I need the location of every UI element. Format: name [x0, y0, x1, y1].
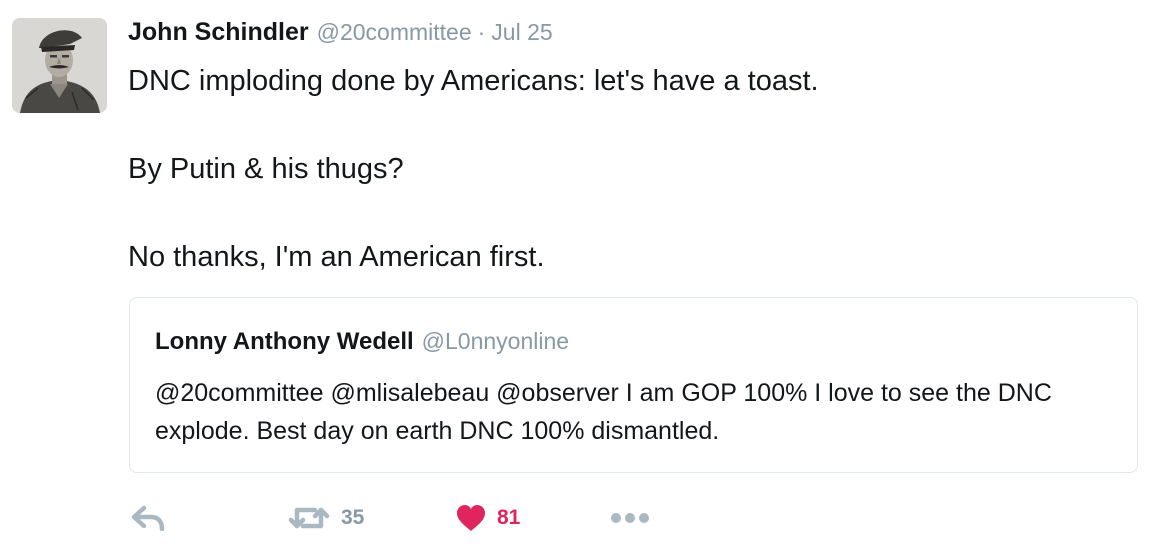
- header-separator: ·: [477, 19, 486, 45]
- tweet-actions: 35 81: [128, 498, 1128, 538]
- retweet-count: 35: [341, 506, 365, 529]
- tweet-text-line-1: DNC imploding done by Americans: let's h…: [128, 65, 819, 97]
- tweet-text: DNC imploding done by Americans: let's h…: [128, 59, 1138, 279]
- author-name[interactable]: John Schindler: [128, 18, 309, 47]
- quoted-author-name: Lonny Anthony Wedell: [155, 328, 414, 355]
- quoted-tweet-card[interactable]: Lonny Anthony Wedell @L0nnyonline @20com…: [129, 297, 1138, 473]
- avatar[interactable]: [12, 18, 107, 113]
- quoted-author-handle: @L0nnyonline: [421, 328, 570, 354]
- soldier-portrait-icon: [12, 18, 107, 113]
- tweet-header: John Schindler @20committee · Jul 25: [128, 18, 553, 50]
- tweet-date[interactable]: Jul 25: [491, 19, 552, 46]
- more-button[interactable]: [610, 498, 650, 538]
- like-button[interactable]: 81: [456, 498, 520, 538]
- reply-icon: [131, 505, 165, 531]
- more-dots-icon: [611, 513, 649, 523]
- heart-icon: [457, 505, 485, 531]
- retweet-icon: [288, 507, 330, 529]
- quoted-tweet-text: @20committee @mlisalebeau @observer I am…: [155, 379, 1052, 445]
- quoted-tweet-header: Lonny Anthony Wedell @L0nnyonline: [155, 328, 569, 356]
- reply-button[interactable]: [131, 498, 165, 538]
- retweet-button[interactable]: 35: [288, 498, 364, 538]
- tweet-text-line-3: No thanks, I'm an American first.: [128, 241, 545, 273]
- like-count: 81: [497, 506, 521, 529]
- author-handle[interactable]: @20committee: [317, 19, 472, 46]
- tweet-text-line-2: By Putin & his thugs?: [128, 153, 404, 185]
